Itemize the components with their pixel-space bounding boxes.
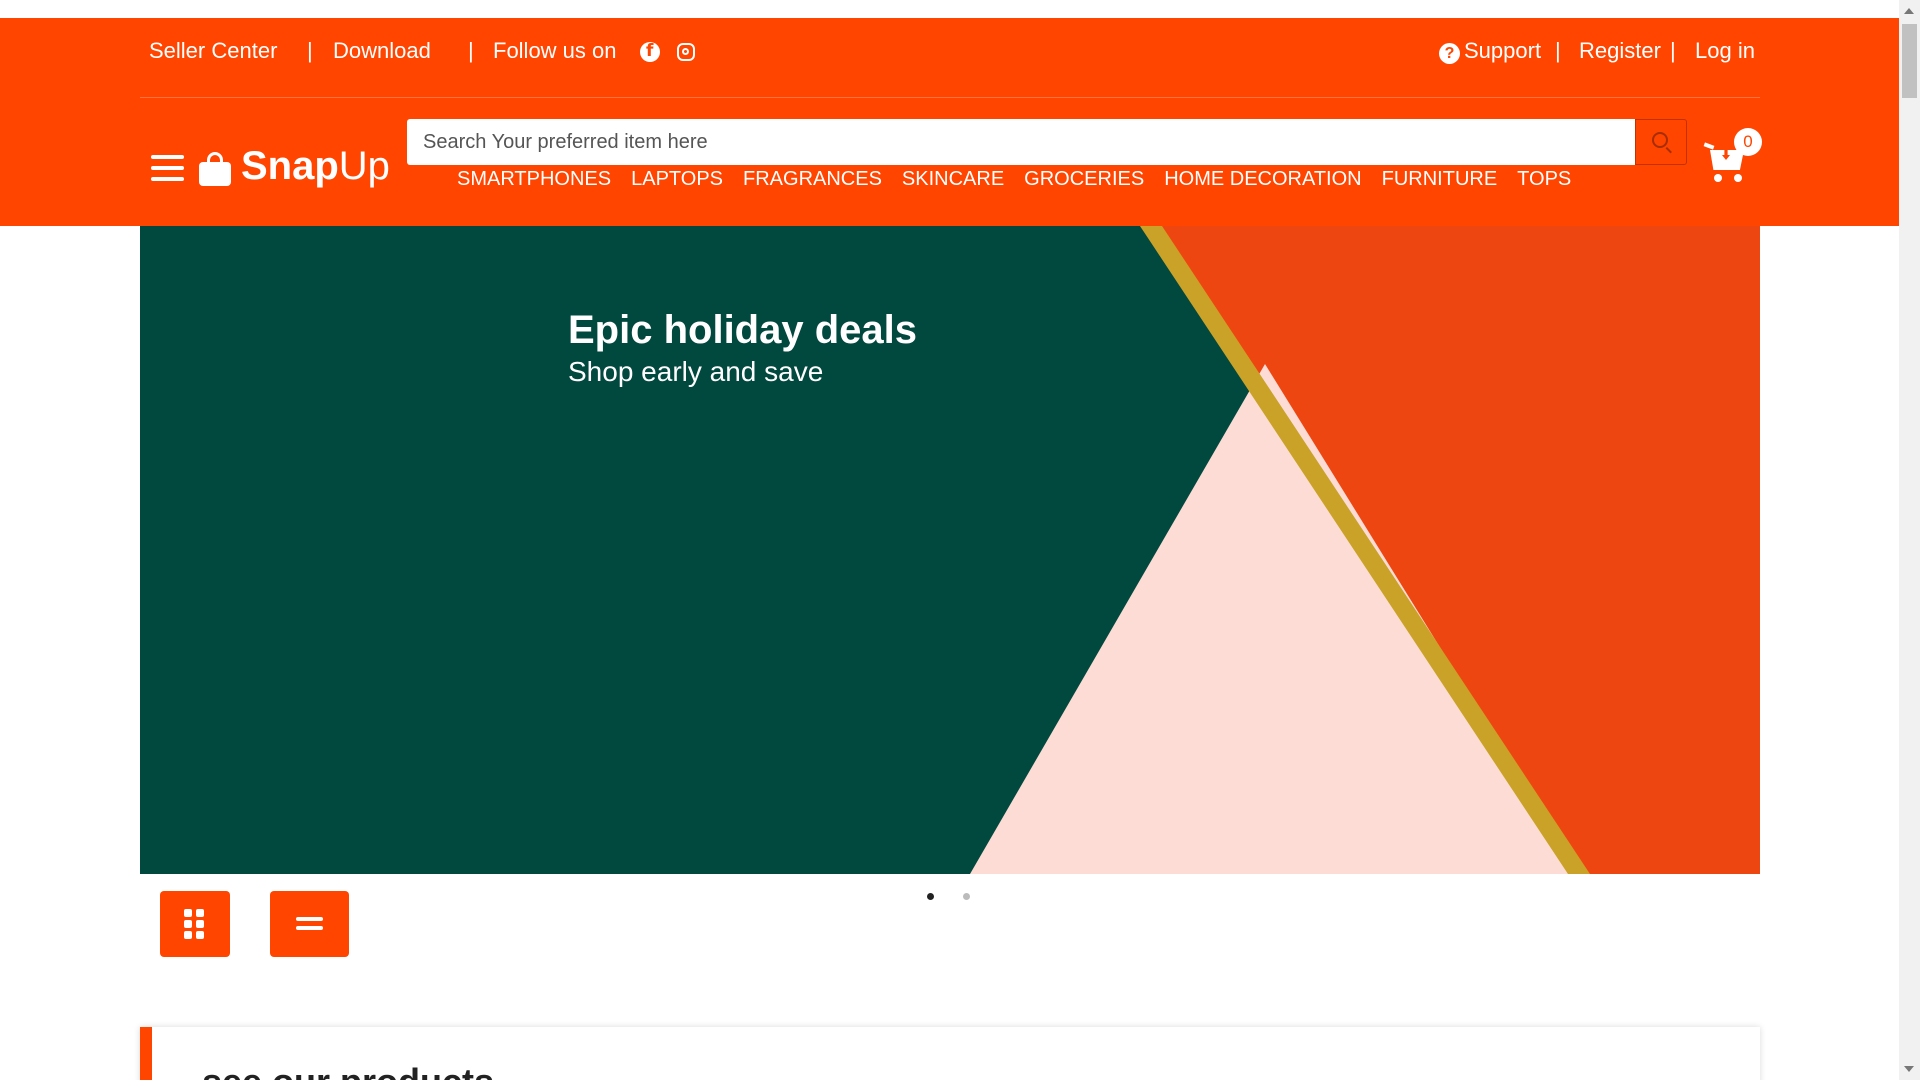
category-link-smartphones[interactable]: SMARTPHONES (457, 168, 611, 191)
site-header: Seller Center | Download | Follow us on … (0, 18, 1899, 226)
products-heading: see our products (202, 1061, 494, 1080)
login-link[interactable]: Log in (1695, 38, 1755, 64)
category-link-tops[interactable]: TOPS (1517, 168, 1571, 191)
category-link-groceries[interactable]: GROCERIES (1024, 168, 1144, 191)
facebook-icon[interactable] (640, 41, 660, 62)
brand-name-bold: Snap (241, 144, 339, 188)
scroll-down-arrow-icon[interactable] (1904, 1066, 1914, 1072)
products-section: see our products (140, 1027, 1760, 1080)
hero-title: Epic holiday deals (568, 308, 918, 352)
shopping-bag-icon (199, 152, 231, 186)
category-link-furniture[interactable]: FURNITURE (1382, 168, 1498, 191)
hamburger-menu-icon[interactable] (151, 155, 184, 181)
brand-logo[interactable]: SnapUp (241, 144, 390, 189)
scroll-up-arrow-icon[interactable] (1904, 8, 1914, 14)
category-link-home-decoration[interactable]: HOME DECORATION (1164, 168, 1361, 191)
hero-background-art (140, 226, 1760, 874)
category-nav: SMARTPHONES LAPTOPS FRAGRANCES SKINCARE GROC… (457, 168, 1591, 191)
cart-count-badge: 0 (1734, 128, 1762, 156)
carousel-indicators (924, 893, 974, 903)
search-button[interactable] (1635, 119, 1687, 165)
separator: | (1555, 38, 1561, 63)
vertical-scrollbar[interactable] (1899, 0, 1920, 1080)
download-link[interactable]: Download (333, 38, 431, 64)
brand-name-light: Up (338, 144, 390, 188)
follow-us-label: Follow us on (493, 38, 617, 63)
hero-banner[interactable]: Epic holiday deals Shop early and save (140, 226, 1760, 874)
main-nav-bar: SnapUp SMARTPHONES LAPTOPS FRAGRANCES SKINC… (0, 98, 1899, 226)
seller-center-link[interactable]: Seller Center (149, 38, 277, 64)
separator: | (468, 38, 474, 63)
category-link-skincare[interactable]: SKINCARE (902, 168, 1004, 191)
top-bar: Seller Center | Download | Follow us on … (140, 18, 1760, 98)
page: Seller Center | Download | Follow us on … (0, 0, 1899, 1080)
instagram-icon[interactable] (677, 43, 695, 61)
separator: | (307, 38, 313, 63)
category-link-fragrances[interactable]: FRAGRANCES (743, 168, 882, 191)
carousel-dot-2[interactable] (963, 893, 970, 900)
grid-view-icon (184, 909, 206, 939)
carousel-dot-1[interactable] (927, 893, 934, 900)
separator: | (1670, 38, 1676, 63)
register-link[interactable]: Register (1579, 38, 1661, 64)
hero-subtitle: Shop early and save (568, 356, 824, 387)
search-icon (1652, 132, 1668, 148)
list-view-button[interactable] (270, 891, 349, 957)
grid-view-button[interactable] (160, 891, 230, 957)
search-input[interactable] (407, 119, 1635, 165)
question-circle-icon: ? (1439, 43, 1460, 64)
list-view-icon (296, 917, 323, 931)
scrollbar-thumb[interactable] (1902, 24, 1917, 98)
support-link[interactable]: Support (1464, 38, 1541, 64)
category-link-laptops[interactable]: LAPTOPS (631, 168, 723, 191)
